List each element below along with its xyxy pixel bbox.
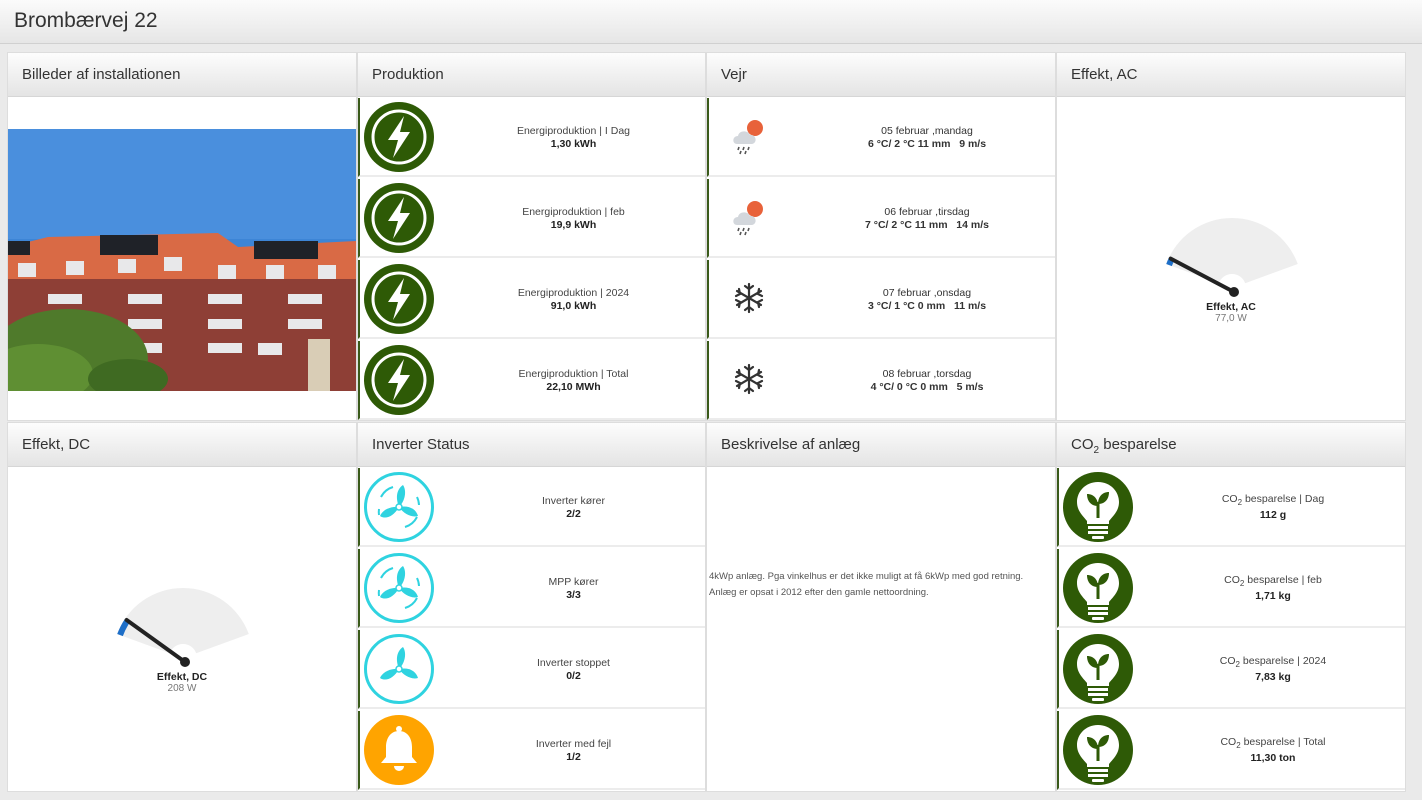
panel-title: CO2 besparelse bbox=[1057, 423, 1405, 467]
page-title: Brombærvej 22 bbox=[14, 9, 158, 32]
co2-row[interactable]: CO2 besparelse | 2024 7,83 kg bbox=[1057, 630, 1405, 709]
metric-value: 1/2 bbox=[566, 750, 581, 763]
weather-row[interactable]: 08 februar ,torsdag 4 °C/ 0 °C 0 mm 5 m/s bbox=[707, 341, 1055, 420]
snowflake-icon bbox=[729, 278, 769, 318]
metric-label: CO2 besparelse | 2024 bbox=[1219, 654, 1327, 670]
fan-icon bbox=[364, 634, 434, 704]
panel-effect-dc: Effekt, DC Effekt, DC 208 W bbox=[7, 422, 357, 792]
panel-effect-ac: Effekt, AC Effekt, AC 77,0 W bbox=[1056, 52, 1406, 421]
metric-value: 1,30 kWh bbox=[550, 137, 597, 150]
panel-description: Beskrivelse af anlæg 4kWp anlæg. Pga vin… bbox=[706, 422, 1056, 792]
metric-label: CO2 besparelse | feb bbox=[1224, 573, 1322, 589]
lightbulb-leaf-icon bbox=[1063, 715, 1133, 785]
metric-value: 7,83 kg bbox=[1255, 671, 1291, 684]
panel-title: Effekt, AC bbox=[1057, 53, 1405, 97]
panel-title: Effekt, DC bbox=[8, 423, 356, 467]
bell-icon bbox=[364, 715, 434, 785]
fan-arrows-icon bbox=[364, 553, 434, 623]
panel-title: Inverter Status bbox=[358, 423, 705, 467]
weather-row[interactable]: 05 februar ,mandag 6 °C/ 2 °C 11 mm 9 m/s bbox=[707, 98, 1055, 177]
fan-arrows-icon bbox=[364, 472, 434, 542]
gauge-track bbox=[117, 588, 249, 654]
description-line: Anlæg er opsat i 2012 efter den gamle ne… bbox=[709, 587, 929, 598]
ac-gauge bbox=[1166, 218, 1298, 297]
panel-inverter-status: Inverter Status Inverter kører 2/2 MPP kø… bbox=[357, 422, 706, 792]
inverter-row[interactable]: Inverter kører 2/2 bbox=[358, 468, 705, 547]
lightning-bolt-icon bbox=[364, 102, 434, 172]
metric-value: 112 g bbox=[1259, 509, 1287, 522]
metric-label: Inverter med fejl bbox=[535, 737, 612, 750]
gauge-track bbox=[1166, 218, 1298, 284]
panel-co2-savings: CO2 besparelse CO2 besparelse | Dag 112 g… bbox=[1056, 422, 1406, 792]
co2-row[interactable]: CO2 besparelse | Total 11,30 ton bbox=[1057, 711, 1405, 790]
inverter-row[interactable]: MPP kører 3/3 bbox=[358, 549, 705, 628]
gauge-value: 77,0 W bbox=[1215, 313, 1247, 324]
weather-details: 7 °C/ 2 °C 11 mm 14 m/s bbox=[865, 218, 989, 231]
description-line: 4kWp anlæg. Pga vinkelhus er det ikke mu… bbox=[709, 571, 1024, 582]
weather-details: 3 °C/ 1 °C 0 mm 11 m/s bbox=[867, 299, 987, 312]
metric-label: Energiproduktion | feb bbox=[522, 205, 625, 218]
weather-row[interactable]: 06 februar ,tirsdag 7 °C/ 2 °C 11 mm 14 m… bbox=[707, 179, 1055, 258]
metric-label: CO2 besparelse | Total bbox=[1220, 735, 1326, 751]
weather-date: 08 februar ,torsdag bbox=[882, 367, 972, 380]
gauge-value: 208 W bbox=[167, 683, 197, 694]
weather-date: 06 februar ,tirsdag bbox=[884, 205, 970, 218]
inverter-row[interactable]: Inverter med fejl 1/2 bbox=[358, 711, 705, 790]
lightning-bolt-icon bbox=[364, 183, 434, 253]
metric-value: 11,30 ton bbox=[1250, 752, 1296, 765]
rain-cloud-sun-icon bbox=[729, 116, 769, 156]
lightning-bolt-icon bbox=[364, 264, 434, 334]
metric-label: Energiproduktion | Total bbox=[518, 367, 629, 380]
metric-label: Inverter stoppet bbox=[537, 656, 610, 669]
panel-production: Produktion Energiproduktion | I Dag 1,30 … bbox=[357, 52, 706, 421]
production-row-today[interactable]: Energiproduktion | I Dag 1,30 kWh bbox=[358, 98, 705, 177]
metric-value: 91,0 kWh bbox=[550, 299, 597, 312]
metric-value: 2/2 bbox=[566, 507, 581, 520]
dc-gauge bbox=[117, 588, 249, 667]
inverter-row[interactable]: Inverter stoppet 0/2 bbox=[358, 630, 705, 709]
description-text: 4kWp anlæg. Pga vinkelhus er det ikke mu… bbox=[709, 569, 1051, 601]
metric-value: 3/3 bbox=[566, 588, 581, 601]
metric-value: 22,10 MWh bbox=[546, 380, 601, 393]
lightbulb-leaf-icon bbox=[1063, 634, 1133, 704]
panel-title: Produktion bbox=[358, 53, 705, 97]
metric-label: CO2 besparelse | Dag bbox=[1221, 492, 1325, 508]
weather-row[interactable]: 07 februar ,onsdag 3 °C/ 1 °C 0 mm 11 m/s bbox=[707, 260, 1055, 339]
panel-title: Billeder af installationen bbox=[8, 53, 356, 97]
panel-weather: Vejr 05 februar ,mandag 6 °C/ 2 °C 11 mm … bbox=[706, 52, 1056, 421]
top-bar: Brombærvej 22 bbox=[0, 0, 1422, 44]
weather-date: 05 februar ,mandag bbox=[881, 124, 973, 137]
lightning-bolt-icon bbox=[364, 345, 434, 415]
gauge-label: Effekt, DC bbox=[156, 671, 208, 683]
co2-row[interactable]: CO2 besparelse | Dag 112 g bbox=[1057, 468, 1405, 547]
lightbulb-leaf-icon bbox=[1063, 553, 1133, 623]
production-row-total[interactable]: Energiproduktion | Total 22,10 MWh bbox=[358, 341, 705, 420]
rain-cloud-sun-icon bbox=[729, 197, 769, 237]
production-row-year[interactable]: Energiproduktion | 2024 91,0 kWh bbox=[358, 260, 705, 339]
weather-details: 6 °C/ 2 °C 11 mm 9 m/s bbox=[867, 137, 987, 150]
gauge-hub bbox=[1229, 287, 1239, 297]
lightbulb-leaf-icon bbox=[1063, 472, 1133, 542]
installation-photo[interactable] bbox=[8, 129, 356, 391]
co2-row[interactable]: CO2 besparelse | feb 1,71 kg bbox=[1057, 549, 1405, 628]
metric-label: Inverter kører bbox=[541, 494, 605, 507]
snowflake-icon bbox=[729, 359, 769, 399]
metric-label: MPP kører bbox=[548, 575, 599, 588]
panel-title: Vejr bbox=[707, 53, 1055, 97]
gauge-label: Effekt, AC bbox=[1206, 301, 1256, 313]
panel-pictures: Billeder af installationen bbox=[7, 52, 357, 421]
metric-value: 0/2 bbox=[566, 669, 581, 682]
gauge-hub bbox=[180, 657, 190, 667]
weather-date: 07 februar ,onsdag bbox=[882, 286, 972, 299]
panel-title: Beskrivelse af anlæg bbox=[707, 423, 1055, 467]
metric-label: Energiproduktion | 2024 bbox=[517, 286, 630, 299]
production-row-month[interactable]: Energiproduktion | feb 19,9 kWh bbox=[358, 179, 705, 258]
metric-label: Energiproduktion | I Dag bbox=[516, 124, 631, 137]
metric-value: 1,71 kg bbox=[1255, 590, 1291, 603]
metric-value: 19,9 kWh bbox=[550, 218, 597, 231]
weather-details: 4 °C/ 0 °C 0 mm 5 m/s bbox=[870, 380, 984, 393]
